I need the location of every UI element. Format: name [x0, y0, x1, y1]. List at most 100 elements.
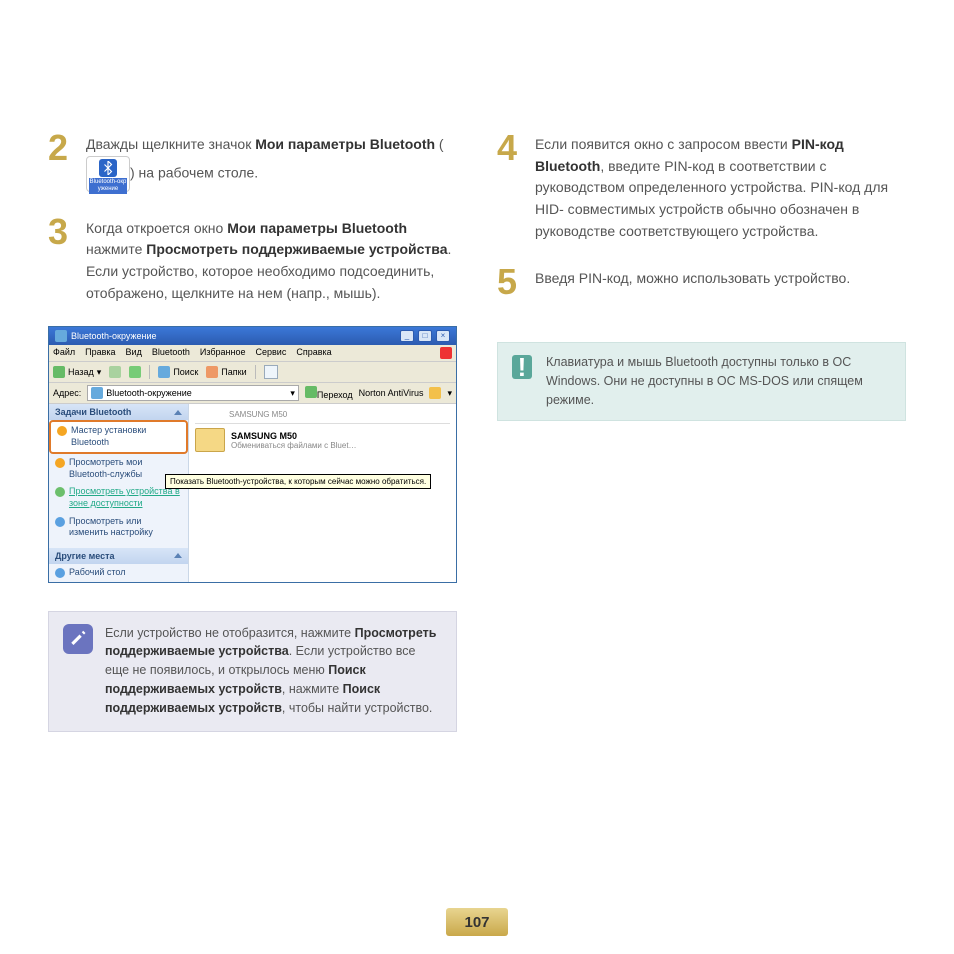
sidebar-item-setup-wizard[interactable]: Мастер установки Bluetooth	[49, 420, 188, 453]
step-4: 4 Если появится окно с запросом ввести P…	[497, 130, 906, 242]
step-2: 2 Дважды щелкните значок Мои параметры B…	[48, 130, 457, 192]
label: Просмотреть устройства в зоне доступност…	[69, 486, 182, 509]
label: Переход	[317, 390, 353, 400]
step-body: Если появится окно с запросом ввести PIN…	[535, 130, 906, 242]
close-button[interactable]: ×	[436, 330, 450, 342]
menu-item[interactable]: Вид	[126, 347, 142, 359]
sidebar: Задачи Bluetooth Мастер установки Blueto…	[49, 404, 189, 581]
address-label: Адрес:	[53, 388, 81, 398]
label: Мастер установки Bluetooth	[71, 425, 180, 448]
step-body: Введя PIN-код, можно использовать устрой…	[535, 264, 850, 290]
menu-item[interactable]: Файл	[53, 347, 75, 359]
up-button[interactable]	[129, 366, 141, 378]
text: нажмите	[86, 241, 146, 257]
device-name: SAMSUNG M50	[231, 431, 357, 441]
device-item[interactable]: SAMSUNG M50 Обмениваться файлами с Bluet…	[195, 428, 450, 452]
menu-item[interactable]: Bluetooth	[152, 347, 190, 359]
norton-label: Norton AntiVirus	[359, 388, 424, 398]
bluetooth-icon	[99, 159, 117, 177]
label: Задачи Bluetooth	[55, 407, 131, 417]
note-text: Если устройство не отобразится, нажмите …	[105, 624, 442, 718]
text: Если устройство не отобразится, нажмите	[105, 626, 355, 640]
desktop-icon	[55, 568, 65, 578]
go-arrow-icon	[305, 386, 317, 398]
label: Просмотреть или изменить настройку	[69, 516, 182, 539]
collapse-icon[interactable]	[174, 553, 182, 558]
norton-icon	[429, 387, 441, 399]
text: Когда откроется окно	[86, 220, 227, 236]
text: , чтобы найти устройство.	[282, 701, 433, 715]
window-toolbar: Назад ▾ Поиск Папки	[49, 362, 456, 383]
label: Рабочий стол	[69, 567, 126, 579]
go-button[interactable]: Переход	[305, 386, 353, 400]
alert-box: ! Клавиатура и мышь Bluetooth доступны т…	[497, 342, 906, 420]
address-value: Bluetooth-окружение	[106, 388, 192, 398]
label: Папки	[221, 367, 246, 377]
menu-item[interactable]: Справка	[296, 347, 331, 359]
step-number: 2	[48, 130, 76, 166]
step-3: 3 Когда откроется окно Мои параметры Blu…	[48, 214, 457, 305]
forward-button[interactable]	[109, 366, 121, 378]
alert-text: Клавиатура и мышь Bluetooth доступны тол…	[546, 353, 891, 409]
bold: Просмотреть поддерживаемые устройства	[146, 241, 447, 257]
bluetooth-desktop-icon: Bluetooth-окр ужение	[86, 156, 130, 192]
folder-icon	[195, 428, 225, 452]
folders-icon	[206, 366, 218, 378]
search-icon	[158, 366, 170, 378]
text: Введя PIN-код, можно использовать устрой…	[535, 270, 850, 286]
tooltip: Показать Bluetooth-устройства, к которым…	[165, 474, 431, 489]
bullet-icon	[55, 517, 65, 527]
exclamation-icon: !	[512, 353, 532, 381]
maximize-button[interactable]: □	[418, 330, 432, 342]
windows-flag-icon	[440, 347, 452, 359]
text: Если появится окно с запросом ввести	[535, 136, 792, 152]
sidebar-header: Задачи Bluetooth	[49, 404, 188, 420]
sidebar-item-desktop[interactable]: Рабочий стол	[49, 564, 188, 582]
step-5: 5 Введя PIN-код, можно использовать устр…	[497, 264, 906, 300]
bold: Мои параметры Bluetooth	[255, 136, 435, 152]
bluetooth-icon	[55, 330, 67, 342]
sidebar-item-settings[interactable]: Просмотреть или изменить настройку	[49, 513, 188, 542]
back-button[interactable]: Назад ▾	[53, 366, 101, 378]
page-number: 107	[446, 908, 508, 936]
text: (	[435, 136, 444, 152]
window-menubar: Файл Правка Вид Bluetooth Избранное Серв…	[49, 345, 456, 362]
column-header: SAMSUNG M50	[195, 410, 450, 424]
window-title: Bluetooth-окружение	[71, 331, 157, 341]
label: Назад	[68, 367, 94, 377]
bluetooth-label: Bluetooth-окр ужение	[89, 178, 127, 194]
folders-button[interactable]: Папки	[206, 366, 246, 378]
right-column: 4 Если появится окно с запросом ввести P…	[497, 130, 906, 732]
search-button[interactable]: Поиск	[158, 366, 198, 378]
step-body: Когда откроется окно Мои параметры Bluet…	[86, 214, 457, 305]
label: Поиск	[173, 367, 198, 377]
step-number: 5	[497, 264, 525, 300]
step-number: 3	[48, 214, 76, 250]
sidebar-header-other: Другие места	[49, 548, 188, 564]
step-body: Дважды щелкните значок Мои параметры Blu…	[86, 130, 457, 192]
back-arrow-icon	[53, 366, 65, 378]
menu-item[interactable]: Правка	[85, 347, 115, 359]
pencil-note-icon	[63, 624, 93, 654]
view-dropdown[interactable]	[264, 365, 278, 379]
main-area: SAMSUNG M50 SAMSUNG M50 Обмениваться фай…	[189, 404, 456, 581]
bluetooth-icon	[91, 387, 103, 399]
bold: Мои параметры Bluetooth	[227, 220, 407, 236]
text: ) на рабочем столе.	[130, 164, 258, 180]
explorer-window: Bluetooth-окружение _ □ × Файл Правка Ви…	[48, 326, 457, 582]
address-input[interactable]: Bluetooth-окружение ▾	[87, 385, 299, 401]
window-titlebar: Bluetooth-окружение _ □ ×	[49, 327, 456, 345]
menu-item[interactable]: Сервис	[256, 347, 287, 359]
note-box: Если устройство не отобразится, нажмите …	[48, 611, 457, 733]
bullet-icon	[57, 426, 67, 436]
text: Дважды щелкните значок	[86, 136, 255, 152]
menu-item[interactable]: Избранное	[200, 347, 246, 359]
step-number: 4	[497, 130, 525, 166]
minimize-button[interactable]: _	[400, 330, 414, 342]
device-subtitle: Обмениваться файлами с Bluet…	[231, 441, 357, 450]
text: , нажмите	[282, 682, 343, 696]
left-column: 2 Дважды щелкните значок Мои параметры B…	[48, 130, 457, 732]
address-bar-row: Адрес: Bluetooth-окружение ▾ Переход Nor…	[49, 383, 456, 404]
bullet-icon	[55, 458, 65, 468]
collapse-icon[interactable]	[174, 410, 182, 415]
